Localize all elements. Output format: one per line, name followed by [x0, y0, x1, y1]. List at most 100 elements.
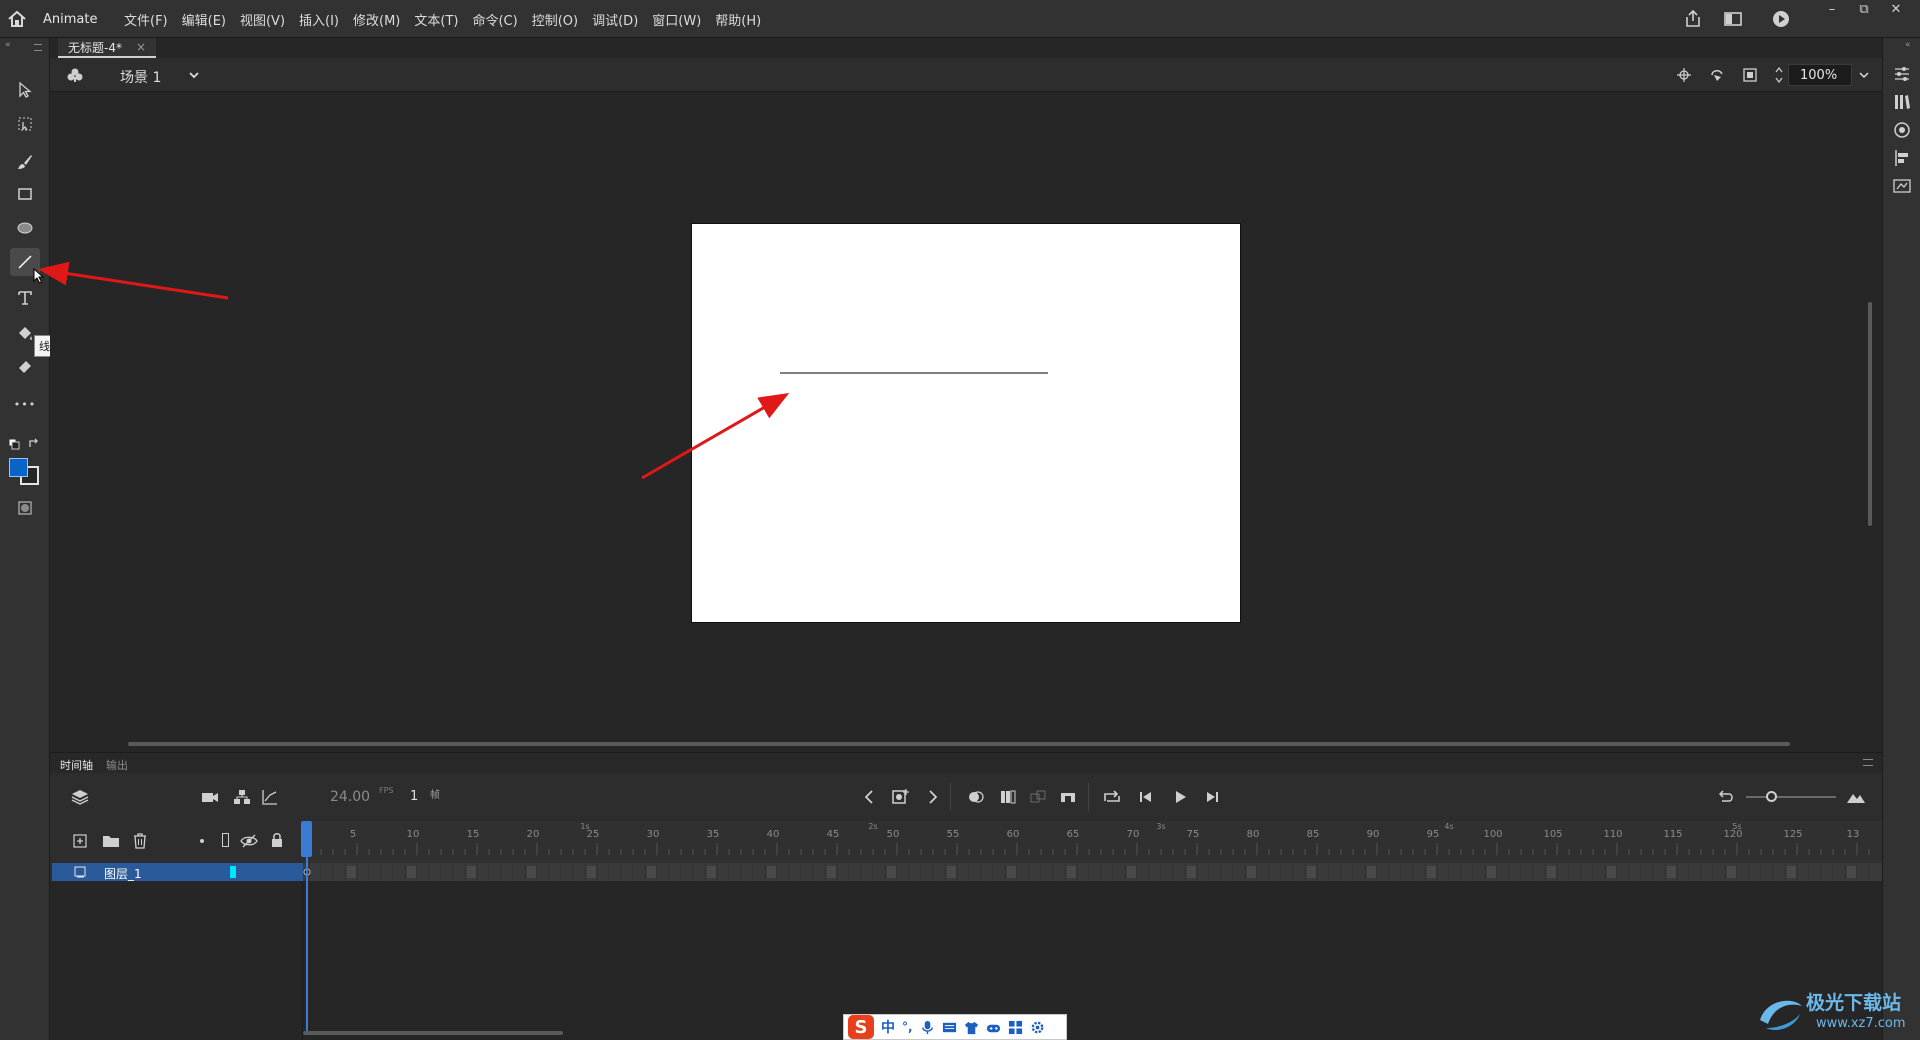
insert-keyframe-icon[interactable] — [890, 787, 910, 807]
menu-text[interactable]: 文本(T) — [414, 10, 458, 29]
current-frame-value[interactable]: 1 — [410, 789, 418, 804]
document-tab-close[interactable]: × — [136, 40, 146, 54]
restore-button[interactable]: ⧉ — [1848, 0, 1880, 18]
zoom-in-mountain-icon[interactable] — [1846, 787, 1866, 807]
visibility-eye-icon[interactable] — [240, 833, 258, 849]
timeline-horizontal-scrollbar[interactable] — [303, 1031, 563, 1035]
layer-name[interactable]: 图层_1 — [104, 865, 142, 882]
menu-file[interactable]: 文件(F) — [124, 10, 168, 29]
home-icon[interactable] — [6, 9, 28, 29]
menu-view[interactable]: 视图(V) — [240, 10, 285, 29]
skin-shirt-icon[interactable] — [964, 1020, 979, 1035]
new-folder-icon[interactable] — [102, 833, 120, 849]
edit-symbols-icon[interactable] — [66, 66, 84, 84]
lock-icon[interactable] — [270, 832, 284, 848]
settings-gear-icon[interactable] — [1030, 1020, 1045, 1035]
stage-horizontal-scrollbar[interactable] — [128, 742, 1790, 746]
toolbox-grid-icon[interactable] — [1008, 1020, 1023, 1035]
center-stage-icon[interactable] — [1676, 67, 1692, 83]
rectangle-tool[interactable] — [10, 180, 40, 208]
brush-tool[interactable] — [10, 148, 40, 176]
microphone-icon[interactable] — [920, 1020, 935, 1035]
menu-window[interactable]: 窗口(W) — [652, 10, 701, 29]
menu-insert[interactable]: 插入(I) — [299, 10, 339, 29]
reset-zoom-icon[interactable] — [1716, 787, 1736, 807]
frame-cell-marker — [1367, 866, 1376, 878]
stage-vertical-scrollbar[interactable] — [1868, 302, 1872, 526]
menu-edit[interactable]: 编辑(E) — [182, 10, 226, 29]
create-tween-icon[interactable] — [1028, 787, 1048, 807]
panel-menu-icon[interactable] — [34, 44, 42, 51]
timeline-menu-icon[interactable] — [1863, 759, 1873, 766]
selection-tool[interactable] — [10, 76, 40, 104]
layer-row[interactable]: 图层_1 — [52, 863, 303, 881]
onion-skin-icon[interactable] — [966, 787, 986, 807]
zoom-stepper-icon[interactable] — [1774, 64, 1784, 86]
keyboard-icon[interactable] — [942, 1020, 957, 1035]
menu-commands[interactable]: 命令(C) — [472, 10, 517, 29]
insert-blank-keyframe-icon[interactable] — [1058, 787, 1078, 807]
default-colors-icon[interactable] — [8, 438, 20, 450]
library-icon[interactable] — [1892, 92, 1912, 112]
object-drawing-mode-button[interactable] — [10, 494, 40, 522]
fill-color-swatch[interactable] — [9, 458, 28, 477]
layers-icon[interactable] — [70, 787, 90, 807]
timeline-zoom-slider-knob[interactable] — [1766, 791, 1777, 802]
fps-value[interactable]: 24.00 — [330, 789, 370, 805]
layer-color-indicator[interactable] — [230, 866, 236, 878]
menu-modify[interactable]: 修改(M) — [353, 10, 400, 29]
tab-timeline[interactable]: 时间轴 — [60, 757, 93, 773]
ime-language-toggle[interactable]: 中 — [881, 1017, 895, 1037]
previous-keyframe-chevron-left-icon[interactable] — [860, 787, 880, 807]
frame-ruler[interactable]: 5 10 15 20 25 30 35 40 45 50 55 60 65 70 75 80 85 90 95 100… — [303, 821, 1882, 863]
free-transform-tool[interactable] — [10, 110, 40, 138]
collapse-panel-icon[interactable]: « — [5, 40, 11, 50]
zoom-dropdown-chevron-down-icon[interactable] — [1858, 69, 1870, 81]
menu-control[interactable]: 控制(O) — [532, 10, 578, 29]
play-icon[interactable] — [1170, 787, 1190, 807]
stage-canvas[interactable] — [691, 223, 1241, 623]
new-layer-icon[interactable] — [72, 833, 88, 849]
properties-icon[interactable] — [1892, 64, 1912, 84]
test-movie-icon[interactable] — [1770, 8, 1792, 30]
close-button[interactable]: ✕ — [1880, 0, 1912, 18]
timeline-zoom-slider[interactable] — [1746, 796, 1836, 798]
tab-output[interactable]: 输出 — [106, 757, 128, 773]
share-icon[interactable] — [1682, 8, 1704, 30]
text-tool[interactable] — [10, 284, 40, 312]
edit-multiple-frames-icon[interactable] — [998, 787, 1018, 807]
delete-layer-trash-icon[interactable] — [132, 832, 148, 850]
loop-playback-icon[interactable] — [1102, 787, 1122, 807]
next-keyframe-chevron-right-icon[interactable] — [922, 787, 942, 807]
ime-logo[interactable]: S — [848, 1015, 874, 1039]
workspace-layout-icon[interactable] — [1722, 8, 1744, 30]
expand-panels-icon[interactable]: « — [1905, 40, 1911, 50]
step-back-icon[interactable] — [1136, 787, 1156, 807]
clip-content-icon[interactable] — [1742, 67, 1758, 83]
drawn-line-shape[interactable] — [692, 224, 1242, 624]
playhead[interactable] — [301, 821, 312, 857]
highlight-layer-dot-icon[interactable] — [200, 839, 204, 843]
rotate-stage-icon[interactable] — [1708, 67, 1726, 83]
document-tab[interactable]: 无标题-4* × — [58, 38, 157, 58]
menu-debug[interactable]: 调试(D) — [592, 10, 638, 29]
swap-colors-icon[interactable] — [28, 437, 40, 449]
oval-tool[interactable] — [10, 214, 40, 242]
ruler-frame-number: 13 — [1847, 829, 1860, 840]
align-icon[interactable] — [1892, 148, 1912, 168]
menu-help[interactable]: 帮助(H) — [715, 10, 761, 29]
step-forward-icon[interactable] — [1202, 787, 1222, 807]
camera-icon[interactable] — [200, 787, 220, 807]
layer-parenting-icon[interactable] — [232, 787, 252, 807]
graph-icon[interactable] — [260, 787, 280, 807]
transform-panel-icon[interactable] — [1892, 176, 1912, 196]
game-controller-icon[interactable] — [986, 1020, 1001, 1035]
scene-dropdown-chevron-down-icon[interactable] — [188, 69, 200, 81]
more-tools-button[interactable]: ••• — [10, 390, 40, 418]
ime-punctuation-toggle[interactable]: °, — [902, 1020, 913, 1034]
zoom-input[interactable]: 100% — [1788, 64, 1852, 86]
minimize-button[interactable]: – — [1816, 0, 1848, 18]
assets-icon[interactable] — [1892, 120, 1912, 140]
outline-toggle-icon[interactable] — [222, 833, 229, 847]
layer-frames-row[interactable] — [303, 863, 1882, 881]
